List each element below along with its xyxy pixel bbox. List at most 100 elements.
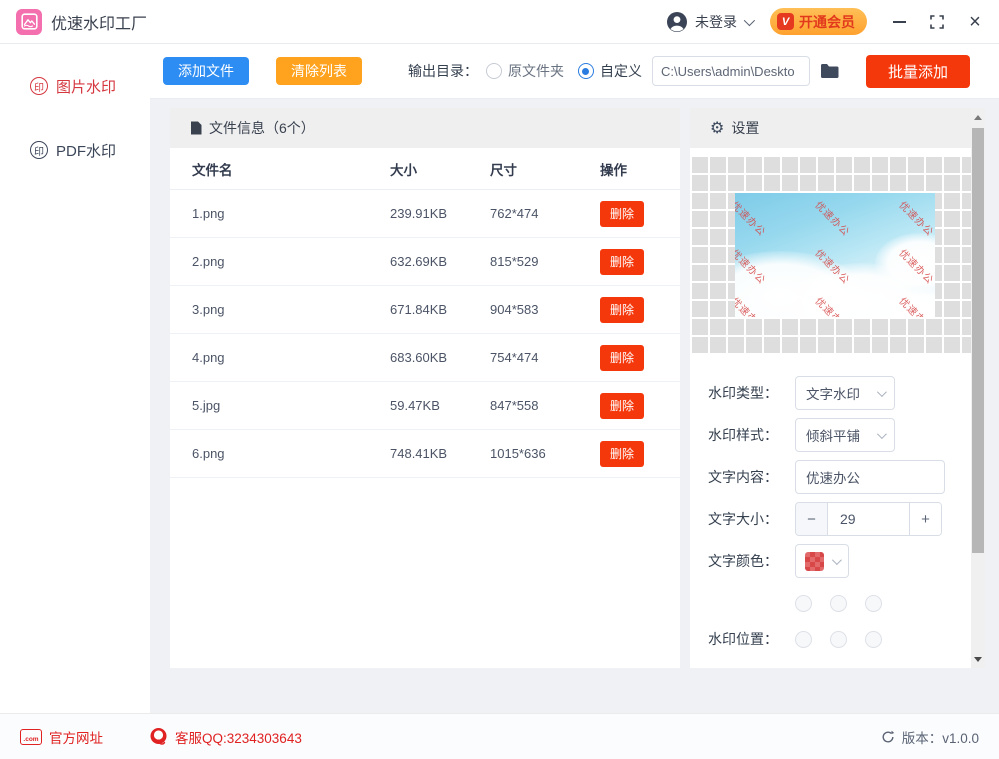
col-action: 操作 (600, 159, 680, 179)
table-row: 2.png 632.69KB 815*529 删除 (170, 238, 680, 286)
text-color-picker[interactable] (795, 544, 849, 578)
file-dims: 815*529 (490, 254, 600, 269)
refresh-icon[interactable] (881, 730, 895, 744)
toolbar: 添加文件 清除列表 输出目录： 原文件夹 自定义 批量添加 (150, 44, 999, 99)
file-name: 2.png (192, 254, 390, 269)
open-vip-button[interactable]: V 开通会员 (770, 8, 867, 35)
version-label: 版本：v1.0.0 (902, 727, 979, 747)
sidebar-item-pdf-watermark[interactable]: 印 PDF水印 (0, 128, 150, 172)
file-name: 5.jpg (192, 398, 390, 413)
text-size-label: 文字大小： (708, 509, 795, 529)
increase-size-button[interactable]: + (909, 503, 941, 535)
gear-icon: ⚙ (710, 118, 724, 138)
close-icon: × (969, 14, 981, 30)
minimize-button[interactable] (891, 14, 907, 30)
watermark-type-label: 水印类型： (708, 383, 795, 403)
stamp-icon: 印 (30, 141, 48, 159)
output-path-input[interactable] (652, 56, 810, 86)
stamp-icon: 印 (30, 77, 48, 95)
position-top-right[interactable] (865, 595, 882, 612)
table-row: 1.png 239.91KB 762*474 删除 (170, 190, 680, 238)
file-size: 239.91KB (390, 206, 490, 221)
position-middle-left[interactable] (795, 631, 812, 648)
file-size: 632.69KB (390, 254, 490, 269)
close-button[interactable]: × (967, 14, 983, 30)
file-dims: 847*558 (490, 398, 600, 413)
scrollbar-thumb[interactable] (972, 128, 984, 553)
position-top-center[interactable] (830, 595, 847, 612)
chevron-down-icon (877, 387, 887, 397)
file-name: 6.png (192, 446, 390, 461)
file-panel-header: 文件信息（6个） (170, 108, 680, 148)
vip-badge-icon: V (777, 13, 794, 30)
watermark-type-select[interactable]: 文字水印 (795, 376, 895, 410)
decrease-size-button[interactable]: − (796, 503, 828, 535)
file-panel-title: 文件信息（6个） (209, 118, 315, 138)
scroll-up-arrow[interactable] (971, 108, 985, 126)
customer-service-icon (149, 727, 168, 746)
delete-file-button[interactable]: 删除 (600, 201, 644, 227)
position-middle-center[interactable] (830, 631, 847, 648)
delete-file-button[interactable]: 删除 (600, 297, 644, 323)
batch-add-button[interactable]: 批量添加 (866, 55, 970, 88)
table-row: 4.png 683.60KB 754*474 删除 (170, 334, 680, 382)
delete-file-button[interactable]: 删除 (600, 249, 644, 275)
delete-file-button[interactable]: 删除 (600, 393, 644, 419)
radio-custom-label[interactable]: 自定义 (600, 61, 642, 81)
settings-scrollbar[interactable] (971, 108, 985, 668)
sidebar-item-image-watermark[interactable]: 印 图片水印 (0, 64, 150, 108)
footer-bar: .com 官方网址 客服QQ:3234303643 版本：v1.0.0 (0, 713, 999, 759)
customer-service-label: 客服QQ:3234303643 (175, 727, 302, 747)
app-title: 优速水印工厂 (51, 10, 147, 34)
file-size: 748.41KB (390, 446, 490, 461)
delete-file-button[interactable]: 删除 (600, 441, 644, 467)
delete-file-button[interactable]: 删除 (600, 345, 644, 371)
file-size: 671.84KB (390, 302, 490, 317)
file-size: 59.47KB (390, 398, 490, 413)
watermark-style-select[interactable]: 倾斜平铺 (795, 418, 895, 452)
user-avatar-icon (666, 11, 688, 33)
color-swatch (805, 552, 824, 571)
settings-form: 水印类型： 文字水印 水印样式： 倾斜平铺 文字内容： (708, 376, 971, 666)
position-top-left[interactable] (795, 595, 812, 612)
add-files-button[interactable]: 添加文件 (163, 57, 249, 85)
official-website-label: 官方网址 (49, 727, 103, 747)
clear-list-button[interactable]: 清除列表 (276, 57, 362, 85)
col-size: 大小 (390, 159, 490, 179)
radio-custom-folder[interactable] (578, 63, 594, 79)
text-content-input[interactable] (795, 460, 945, 494)
table-row: 5.jpg 59.47KB 847*558 删除 (170, 382, 680, 430)
scroll-down-arrow[interactable] (971, 650, 985, 668)
watermark-style-value: 倾斜平铺 (806, 425, 867, 445)
version-info: 版本：v1.0.0 (881, 727, 979, 747)
text-color-label: 文字颜色： (708, 551, 795, 571)
position-middle-right[interactable] (865, 631, 882, 648)
official-website-link[interactable]: .com 官方网址 (20, 727, 103, 747)
vip-button-label: 开通会员 (799, 12, 855, 32)
document-icon (190, 121, 202, 135)
file-name: 1.png (192, 206, 390, 221)
preview-transparency-grid: 优速办公 优速办公 优速办公 优速办公 优速办公 优速办公 优速办公 优速办公 … (690, 155, 971, 355)
file-dims: 754*474 (490, 350, 600, 365)
title-bar: 优速水印工厂 未登录 V 开通会员 (0, 0, 999, 44)
watermark-text: 优速办公 (735, 197, 770, 239)
table-row: 6.png 748.41KB 1015*636 删除 (170, 430, 680, 478)
text-size-value[interactable]: 29 (828, 503, 909, 535)
table-row: 3.png 671.84KB 904*583 删除 (170, 286, 680, 334)
col-filename: 文件名 (192, 159, 390, 179)
sidebar-item-label: PDF水印 (56, 140, 116, 161)
maximize-button[interactable] (929, 14, 945, 30)
file-size: 683.60KB (390, 350, 490, 365)
file-name: 3.png (192, 302, 390, 317)
file-dims: 904*583 (490, 302, 600, 317)
browse-folder-icon[interactable] (820, 63, 840, 79)
watermark-text: 优速办公 (812, 197, 854, 239)
main-area: 添加文件 清除列表 输出目录： 原文件夹 自定义 批量添加 文件 (150, 44, 999, 713)
radio-original-folder[interactable] (486, 63, 502, 79)
minimize-icon (893, 21, 906, 23)
file-name: 4.png (192, 350, 390, 365)
customer-service-link[interactable]: 客服QQ:3234303643 (149, 727, 302, 747)
login-menu[interactable]: 未登录 (666, 11, 752, 33)
app-window: 优速水印工厂 未登录 V 开通会员 (0, 0, 999, 759)
radio-original-label[interactable]: 原文件夹 (508, 61, 564, 81)
